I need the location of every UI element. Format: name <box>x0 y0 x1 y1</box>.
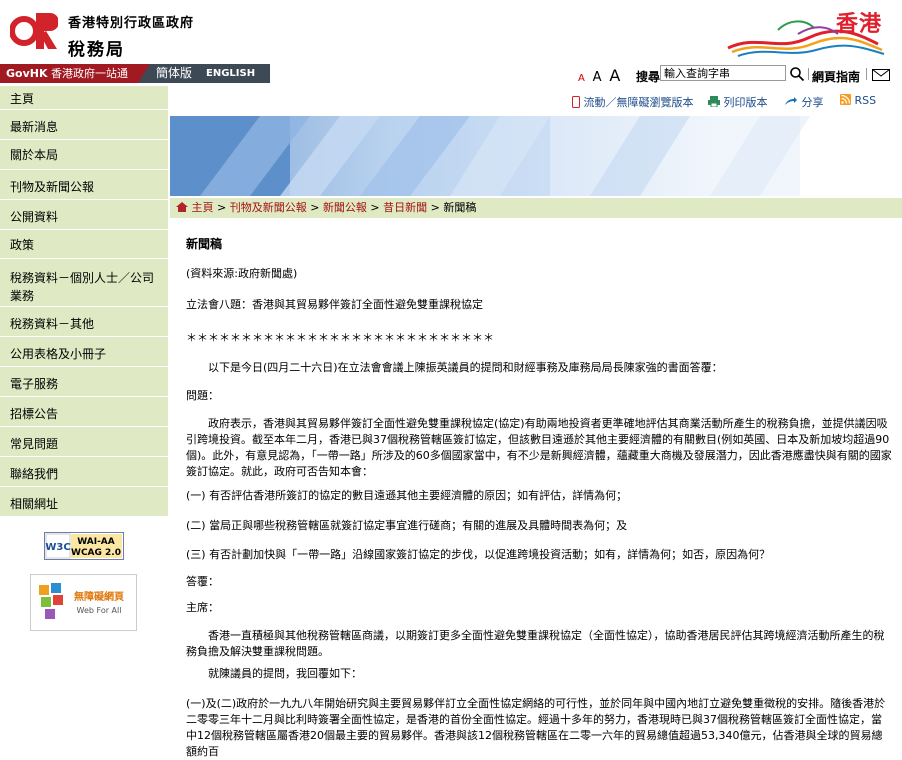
top-toolbar: GovHK 香港政府一站通 簡体版 ENGLISH A A A 搜尋 網頁指南 <box>0 64 902 86</box>
rss-link[interactable]: RSS <box>840 94 876 107</box>
page-title: 新聞稿 <box>186 237 223 251</box>
wcag-text: WCAG 2.0 <box>71 548 121 558</box>
question-3: (三) 有否計劃加快與「一帶一路」沿線國家簽訂協定的步伐，以促進跨境投資活動；如… <box>186 548 771 561</box>
site-header: 香港特別行政區政府 稅務局 香港 <box>0 0 902 64</box>
sidebar-item-related-links[interactable]: 相關網址 <box>0 487 168 517</box>
search-input[interactable] <box>660 65 786 81</box>
sidebar-item-publications[interactable]: 刊物及新聞公報 <box>0 170 168 200</box>
reply-intro: 就陳議員的提問，我回覆如下： <box>208 667 362 680</box>
home-icon[interactable] <box>176 202 188 212</box>
dept-name: 稅務局 <box>68 40 125 60</box>
ird-logo-icon[interactable] <box>10 10 58 52</box>
sitemap-link[interactable]: 網頁指南 <box>812 68 860 85</box>
wai-aa-text: WAI-AA <box>77 537 115 547</box>
search-icon[interactable] <box>789 66 805 82</box>
sidebar-item-tax-info-other[interactable]: 稅務資料－其他 <box>0 307 168 337</box>
sidebar-item-about-us[interactable]: 關於本局 <box>0 140 168 170</box>
share-label: 分享 <box>801 96 824 109</box>
article-intro: 以下是今日(四月二十六日)在立法會會議上陳振英議員的提問和財經事務及庫務局局長陳… <box>208 361 723 374</box>
chair-label: 主席： <box>186 601 219 614</box>
font-size-medium-button[interactable]: A <box>593 70 602 85</box>
sidebar-item-home[interactable]: 主頁 <box>0 86 168 110</box>
sidebar-item-public-info[interactable]: 公開資料 <box>0 200 168 230</box>
rss-icon <box>840 94 851 105</box>
govhk-link[interactable]: GovHK 香港政府一站通 <box>0 64 138 83</box>
print-link[interactable]: 列印版本 <box>708 94 768 110</box>
department-name[interactable]: 香港特別行政區政府 稅務局 <box>68 12 194 60</box>
sidebar-item-policy[interactable]: 政策 <box>0 230 168 259</box>
sidebar-item-tax-info-individuals[interactable]: 稅務資料－個別人士／公司業務 <box>0 259 168 307</box>
font-size-large-button[interactable]: A <box>609 66 620 85</box>
question-body: 政府表示，香港與其貿易夥伴簽訂全面性避免雙重課稅協定(協定)有助兩地投資者更準確… <box>186 417 892 478</box>
breadcrumb-press-releases[interactable]: 新聞公報 <box>323 201 367 214</box>
sidebar-nav: 主頁 最新消息 關於本局 刊物及新聞公報 公開資料 政策 稅務資料－個別人士／公… <box>0 86 168 742</box>
language-bar-arrow <box>138 64 150 83</box>
search-label: 搜尋 <box>636 70 661 84</box>
govhk-prefix: GovHK <box>6 67 48 80</box>
question-2: (二) 當局正與哪些稅務管轄區就簽訂協定事宜進行磋商；有關的進展及具體時間表為何… <box>186 519 628 532</box>
banner-graphic <box>170 116 810 196</box>
govhk-text: 香港政府一站通 <box>51 67 128 80</box>
article-heading: 立法會八題：香港與其貿易夥伴簽訂全面性避免雙重課稅協定 <box>186 298 483 311</box>
breadcrumb: 主頁 > 刊物及新聞公報 > 新聞公報 > 昔日新聞 > 新聞稿 <box>170 198 902 218</box>
sidebar-item-contact-us[interactable]: 聯絡我們 <box>0 457 168 487</box>
mobile-version-link[interactable]: 流動／無障礙瀏覽版本 <box>572 94 694 110</box>
article-separator: ＊＊＊＊＊＊＊＊＊＊＊＊＊＊＊＊＊＊＊＊＊＊＊＊＊＊＊＊ <box>186 331 494 344</box>
simplified-chinese-link[interactable]: 簡体版 <box>156 64 192 83</box>
wfa-chinese-text: 無障礙網頁 <box>74 590 124 603</box>
sidebar-item-faq[interactable]: 常見問題 <box>0 427 168 457</box>
english-link[interactable]: ENGLISH <box>206 64 255 83</box>
breadcrumb-home[interactable]: 主頁 <box>192 201 214 214</box>
w3c-text: W3C <box>45 542 70 553</box>
wfa-english-text: Web For All <box>77 606 122 615</box>
answer-body: 香港一直積極與其他稅務管轄區商議，以期簽訂更多全面性避免雙重課稅協定（全面性協定… <box>186 629 885 658</box>
page-banner-image <box>170 116 902 196</box>
main-content: 流動／無障礙瀏覽版本 列印版本 分享 RSS 主頁 > 刊物及新聞公報 > 新聞… <box>170 86 902 758</box>
question-label: 問題： <box>186 389 219 402</box>
brand-text: 香港 <box>835 12 882 37</box>
share-link[interactable]: 分享 <box>784 94 824 110</box>
divider <box>866 68 867 80</box>
breadcrumb-current: 新聞稿 <box>443 201 477 214</box>
sidebar-item-forms[interactable]: 公用表格及小冊子 <box>0 337 168 367</box>
font-size-controls: A A A <box>578 66 624 85</box>
breadcrumb-past-news[interactable]: 昔日新聞 <box>383 201 427 214</box>
font-size-small-button[interactable]: A <box>578 73 585 84</box>
web-for-all-icon: 無障礙網頁 Web For All <box>39 583 124 619</box>
gov-name: 香港特別行政區政府 <box>68 16 195 31</box>
sidebar-item-whats-new[interactable]: 最新消息 <box>0 110 168 140</box>
question-1: (一) 有否評估香港所簽訂的協定的數目遠遜其他主要經濟體的原因；如有評估，詳情為… <box>186 489 628 502</box>
rss-label: RSS <box>854 94 877 107</box>
share-icon <box>785 97 797 105</box>
w3c-wcag-badge-icon[interactable]: W3C WAI-AA WCAG 2.0 <box>44 532 124 560</box>
answer-1: (一)及(二)政府於一九九八年開始研究與主要貿易夥伴訂立全面性協定網絡的可行性，… <box>186 697 886 758</box>
mobile-icon <box>572 96 580 108</box>
sidebar-item-tenders[interactable]: 招標公告 <box>0 397 168 427</box>
answer-label: 答覆： <box>186 575 219 588</box>
print-label: 列印版本 <box>723 96 768 109</box>
brand-hong-kong-logo[interactable]: 香港 <box>718 4 888 60</box>
language-bar: 簡体版 ENGLISH <box>138 64 270 83</box>
mobile-version-label: 流動／無障礙瀏覽版本 <box>583 96 694 109</box>
page-tools: 流動／無障礙瀏覽版本 列印版本 分享 RSS <box>170 86 902 112</box>
sidebar-item-e-services[interactable]: 電子服務 <box>0 367 168 397</box>
printer-icon <box>708 96 720 108</box>
breadcrumb-publications[interactable]: 刊物及新聞公報 <box>230 201 307 214</box>
article-source: (資料來源:政府新聞處) <box>186 267 298 280</box>
web-for-all-badge[interactable]: 無障礙網頁 Web For All <box>30 574 137 631</box>
mail-icon[interactable] <box>872 69 890 81</box>
divider <box>808 68 809 80</box>
